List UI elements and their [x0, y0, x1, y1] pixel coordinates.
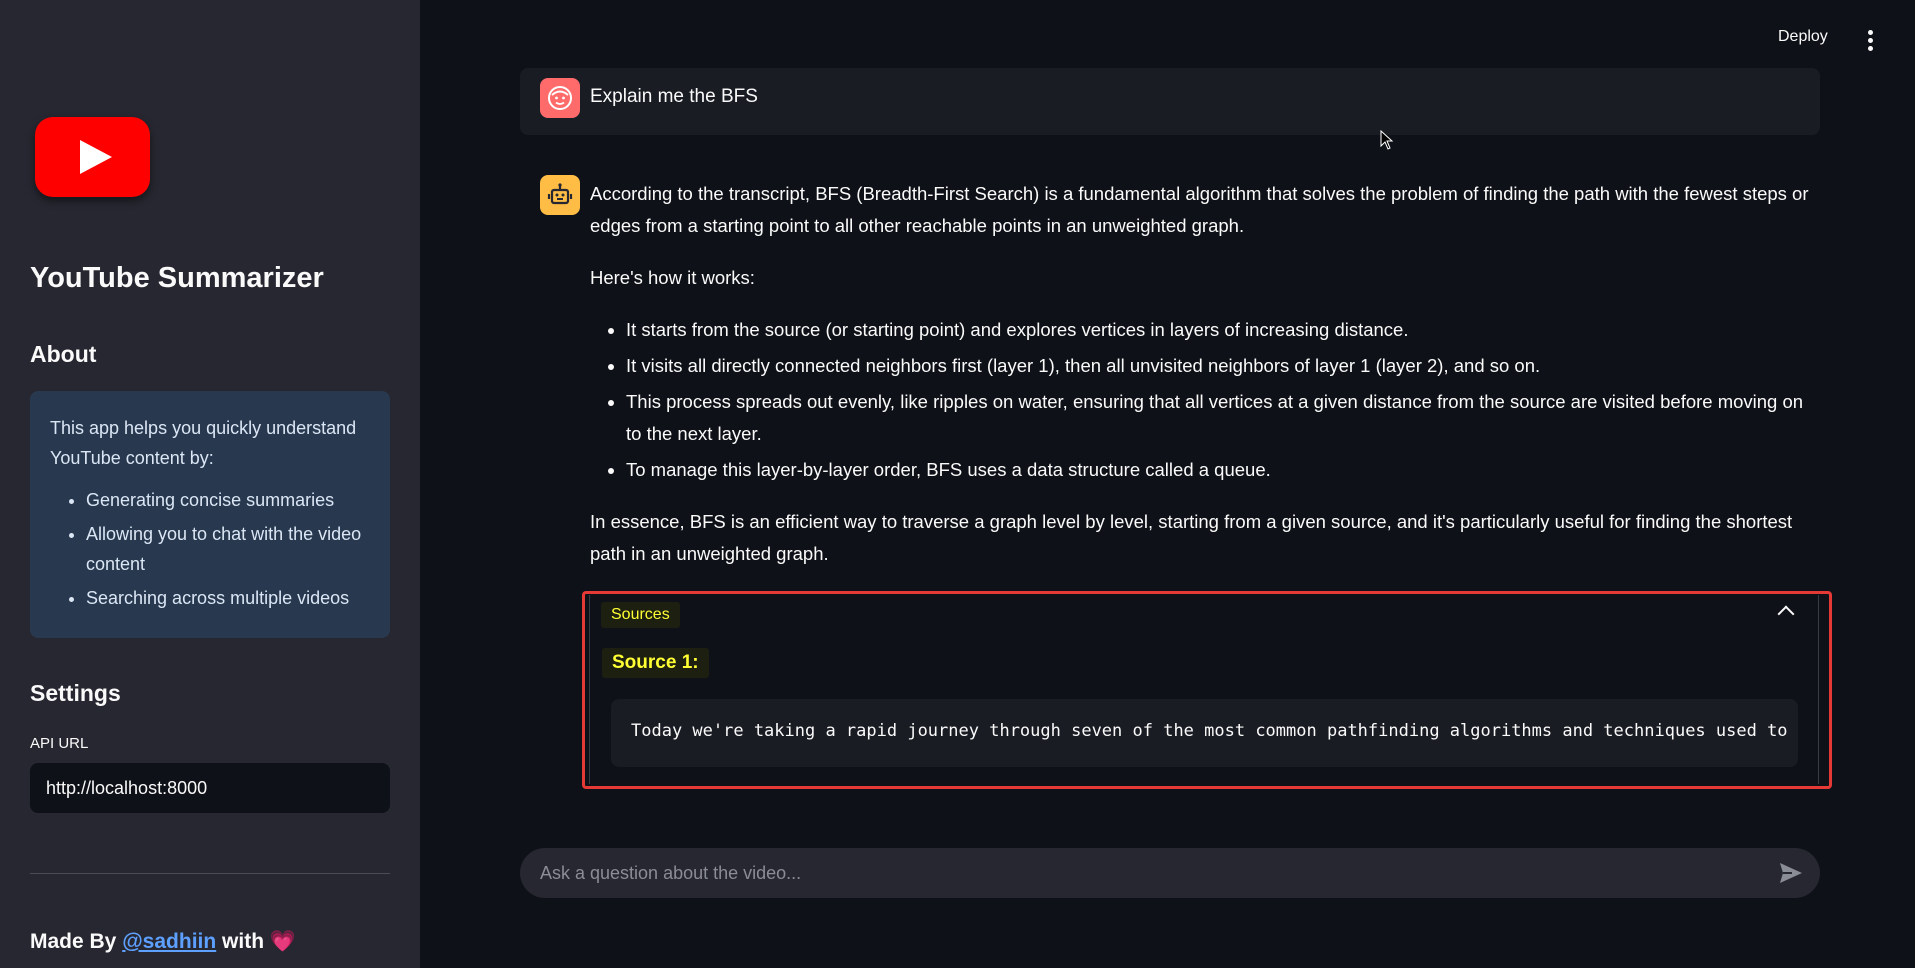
source-title: Source 1: — [602, 648, 709, 678]
made-by-suffix: with — [222, 930, 265, 953]
about-list: Generating concise summaries Allowing yo… — [50, 485, 370, 613]
assistant-conclusion: In essence, BFS is an efficient way to t… — [590, 511, 1793, 564]
user-avatar-icon — [540, 78, 580, 118]
chat-input-container — [520, 848, 1820, 898]
sidebar: YouTube Summarizer About This app helps … — [0, 0, 420, 968]
api-url-input[interactable] — [30, 763, 390, 813]
about-info-box: This app helps you quickly understand Yo… — [30, 391, 390, 638]
sources-expander-label[interactable]: Sources — [601, 602, 680, 628]
assistant-bullet-list: It starts from the source (or starting p… — [590, 314, 1815, 486]
settings-heading: Settings — [30, 680, 121, 706]
chat-input[interactable] — [540, 848, 1740, 898]
deploy-button[interactable]: Deploy — [1778, 28, 1828, 46]
play-icon — [80, 140, 112, 174]
made-by-footer: Made By @sadhiin with 💗 — [30, 930, 296, 954]
list-item: It visits all directly connected neighbo… — [626, 350, 1815, 382]
app-title: YouTube Summarizer — [30, 262, 324, 294]
list-item: To manage this layer-by-layer order, BFS… — [626, 454, 1815, 486]
about-item: Allowing you to chat with the video cont… — [86, 519, 370, 579]
author-link[interactable]: @sadhiin — [122, 930, 216, 953]
youtube-logo-icon — [35, 117, 150, 197]
kebab-menu-icon[interactable] — [1868, 30, 1874, 51]
user-chat-message: Explain me the BFS — [520, 68, 1820, 135]
assistant-how-label: Here's how it works: — [590, 267, 755, 288]
heart-icon: 💗 — [269, 930, 297, 953]
send-icon[interactable] — [1778, 861, 1804, 885]
user-message-text: Explain me the BFS — [590, 86, 758, 107]
assistant-chat-message: According to the transcript, BFS (Breadt… — [590, 178, 1815, 590]
source-code-block[interactable]: Today we're taking a rapid journey throu… — [611, 699, 1798, 767]
api-url-label: API URL — [30, 735, 89, 752]
about-heading: About — [30, 341, 97, 367]
sidebar-divider — [30, 873, 390, 874]
about-item: Generating concise summaries — [86, 485, 370, 515]
made-by-prefix: Made By — [30, 930, 117, 953]
list-item: This process spreads out evenly, like ri… — [626, 386, 1815, 450]
assistant-intro: According to the transcript, BFS (Breadt… — [590, 183, 1809, 236]
about-intro: This app helps you quickly understand Yo… — [50, 418, 357, 468]
assistant-avatar-icon — [540, 175, 580, 215]
about-item: Searching across multiple videos — [86, 583, 370, 613]
list-item: It starts from the source (or starting p… — [626, 314, 1815, 346]
mouse-cursor-icon — [1380, 129, 1394, 155]
